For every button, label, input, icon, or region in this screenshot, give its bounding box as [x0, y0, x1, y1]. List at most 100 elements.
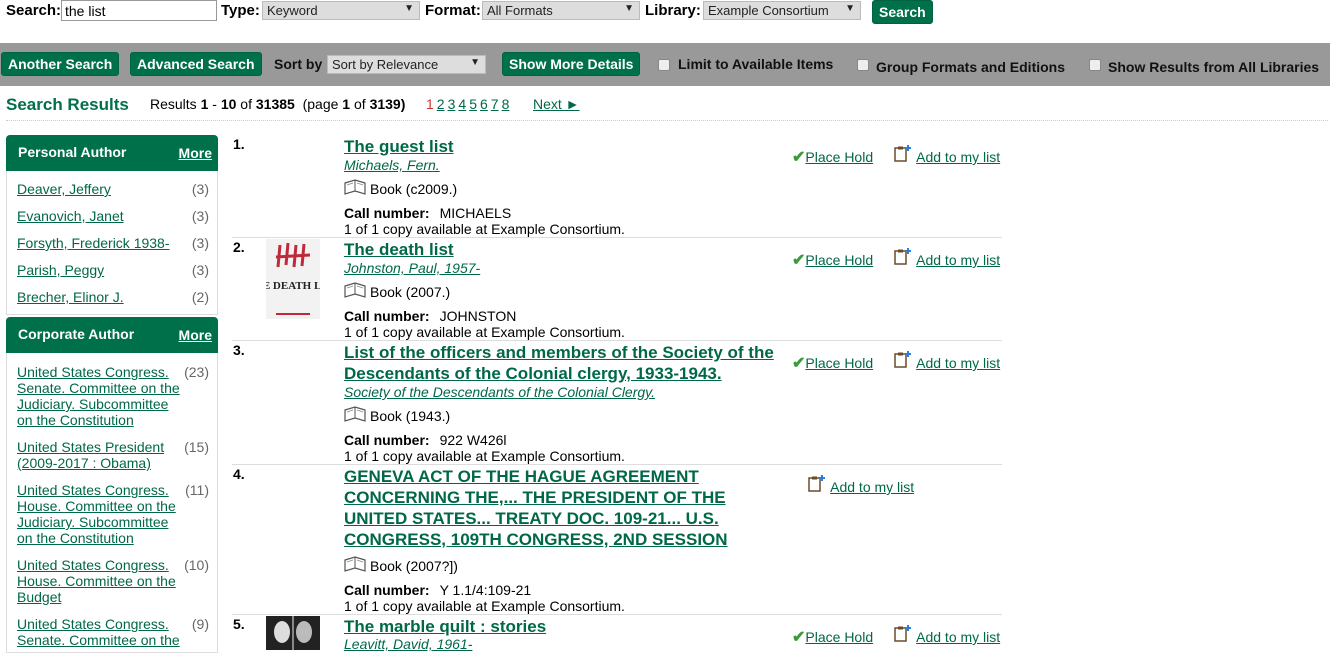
pagination: 12345678: [426, 96, 512, 112]
result-availability: 1 of 1 copy available at Example Consort…: [344, 448, 625, 464]
facet-item[interactable]: United States Congress. House. Committee…: [17, 482, 182, 546]
result-title-link[interactable]: List of the officers and members of the …: [344, 342, 774, 384]
page-link-6[interactable]: 6: [480, 96, 488, 112]
facet-item[interactable]: United States President (2009-2017 : Oba…: [17, 439, 182, 471]
result-number: 3.: [233, 342, 245, 358]
checkmark-icon: ✔: [792, 252, 806, 269]
place-hold-link[interactable]: ✔Place Hold: [792, 627, 873, 647]
library-label: Library:: [645, 2, 701, 19]
show-all-libraries-checkbox[interactable]: [1089, 59, 1101, 71]
sort-select-value: Sort by Relevance: [332, 57, 439, 72]
facet-count: (15): [184, 439, 209, 455]
type-label: Type:: [221, 2, 260, 19]
limit-available-checkbox[interactable]: [658, 59, 670, 71]
add-to-list-link[interactable]: Add to my list: [807, 474, 914, 495]
facet-item[interactable]: Evanovich, Janet: [17, 208, 124, 224]
place-hold-label[interactable]: Place Hold: [805, 149, 873, 165]
call-number-value: JOHNSTON: [439, 308, 517, 324]
facet-item[interactable]: United States Congress. Senate. Committe…: [17, 616, 182, 648]
group-formats-label[interactable]: Group Formats and Editions: [876, 59, 1065, 75]
facet-item[interactable]: Parish, Peggy: [17, 262, 104, 278]
another-search-button[interactable]: Another Search: [1, 52, 120, 76]
show-all-libraries-label[interactable]: Show Results from All Libraries: [1108, 59, 1319, 75]
call-number-value: MICHAELS: [439, 205, 512, 221]
book-icon: [344, 555, 366, 576]
facet-item[interactable]: Deaver, Jeffery: [17, 181, 111, 197]
library-select[interactable]: Example Consortium ▼: [703, 1, 861, 20]
format-select-value: All Formats: [487, 3, 553, 18]
result-title-link[interactable]: GENEVA ACT OF THE HAGUE AGREEMENT CONCER…: [344, 466, 754, 550]
limit-available-label[interactable]: Limit to Available Items: [678, 56, 833, 72]
add-to-list-link[interactable]: Add to my list: [893, 350, 1000, 371]
cover-text: THE DEATH LIST: [266, 280, 320, 292]
page-link-7[interactable]: 7: [491, 96, 499, 112]
group-formats-checkbox[interactable]: [857, 59, 869, 71]
page-link-2[interactable]: 2: [437, 96, 445, 112]
facet-title: Personal Author: [18, 144, 127, 160]
page-link-8[interactable]: 8: [502, 96, 510, 112]
book-cover-image[interactable]: [266, 616, 320, 650]
facet-item[interactable]: Brecher, Elinor J.: [17, 289, 124, 305]
book-cover-image[interactable]: THE DEATH LIST: [266, 239, 320, 319]
facet-corporate-author-list: United States Congress. Senate. Committe…: [6, 353, 218, 653]
result-title-link[interactable]: The guest list: [344, 136, 454, 157]
page-of: of: [353, 96, 366, 112]
facet-item[interactable]: Forsyth, Frederick 1938-: [17, 235, 170, 251]
result-format: Book (2007.): [344, 281, 450, 302]
place-hold-link[interactable]: ✔Place Hold: [792, 250, 873, 270]
result-author-link[interactable]: Michaels, Fern.: [344, 157, 440, 173]
result-author-link[interactable]: Society of the Descendants of the Coloni…: [344, 384, 655, 400]
facet-personal-author-list: Deaver, Jeffery (3) Evanovich, Janet (3)…: [6, 171, 218, 315]
show-more-details-button[interactable]: Show More Details: [502, 52, 641, 76]
type-select[interactable]: Keyword ▼: [262, 1, 420, 20]
add-to-list-link[interactable]: Add to my list: [893, 247, 1000, 268]
add-to-list-link[interactable]: Add to my list: [893, 144, 1000, 165]
result-call-number: Call number: 922 W426l: [344, 432, 507, 448]
place-hold-link[interactable]: ✔Place Hold: [792, 353, 873, 373]
format-select[interactable]: All Formats ▼: [482, 1, 640, 20]
place-hold-label[interactable]: Place Hold: [805, 252, 873, 268]
type-select-value: Keyword: [267, 3, 318, 18]
advanced-search-button[interactable]: Advanced Search: [130, 52, 262, 76]
page-number: 1: [342, 96, 351, 112]
add-to-list-label[interactable]: Add to my list: [916, 355, 1000, 371]
clipboard-add-icon: [807, 475, 827, 495]
chevron-down-icon: ▼: [404, 3, 414, 14]
result-title-link[interactable]: The marble quilt : stories: [344, 616, 546, 637]
clipboard-add-icon: [893, 248, 913, 268]
result-number: 4.: [233, 466, 245, 482]
facet-more-link[interactable]: More: [179, 327, 212, 343]
page-text: (page: [302, 96, 339, 112]
result-availability: 1 of 1 copy available at Example Consort…: [344, 598, 625, 614]
chevron-down-icon: ▼: [470, 57, 480, 68]
sort-select[interactable]: Sort by Relevance ▼: [327, 55, 486, 74]
place-hold-label[interactable]: Place Hold: [805, 629, 873, 645]
result-number: 1.: [233, 136, 245, 152]
search-button[interactable]: Search: [872, 0, 933, 24]
result-title-link[interactable]: The death list: [344, 239, 454, 260]
add-to-list-label[interactable]: Add to my list: [916, 252, 1000, 268]
place-hold-label[interactable]: Place Hold: [805, 355, 873, 371]
facet-item[interactable]: United States Congress. Senate. Committe…: [17, 364, 182, 428]
next-page-link[interactable]: Next ►: [533, 96, 580, 112]
facet-count: (3): [191, 235, 209, 251]
page-link-4[interactable]: 4: [458, 96, 466, 112]
add-to-list-link[interactable]: Add to my list: [893, 624, 1000, 645]
add-to-list-label[interactable]: Add to my list: [916, 149, 1000, 165]
page-link-3[interactable]: 3: [448, 96, 456, 112]
result-divider: [232, 340, 1002, 341]
add-to-list-label[interactable]: Add to my list: [830, 479, 914, 495]
result-author-link[interactable]: Johnston, Paul, 1957-: [344, 260, 480, 276]
result-author-link[interactable]: Leavitt, David, 1961-: [344, 636, 472, 652]
call-number-value: 922 W426l: [439, 432, 507, 448]
search-input[interactable]: [61, 0, 217, 21]
facet-more-link[interactable]: More: [179, 145, 212, 161]
result-format-text: Book (2007?]): [370, 558, 458, 574]
page-link-5[interactable]: 5: [469, 96, 477, 112]
place-hold-link[interactable]: ✔Place Hold: [792, 147, 873, 167]
facet-item[interactable]: United States Congress. House. Committee…: [17, 557, 182, 605]
of-word: of: [240, 96, 252, 112]
result-divider: [232, 464, 1002, 465]
facet-count: (2): [191, 289, 209, 305]
add-to-list-label[interactable]: Add to my list: [916, 629, 1000, 645]
